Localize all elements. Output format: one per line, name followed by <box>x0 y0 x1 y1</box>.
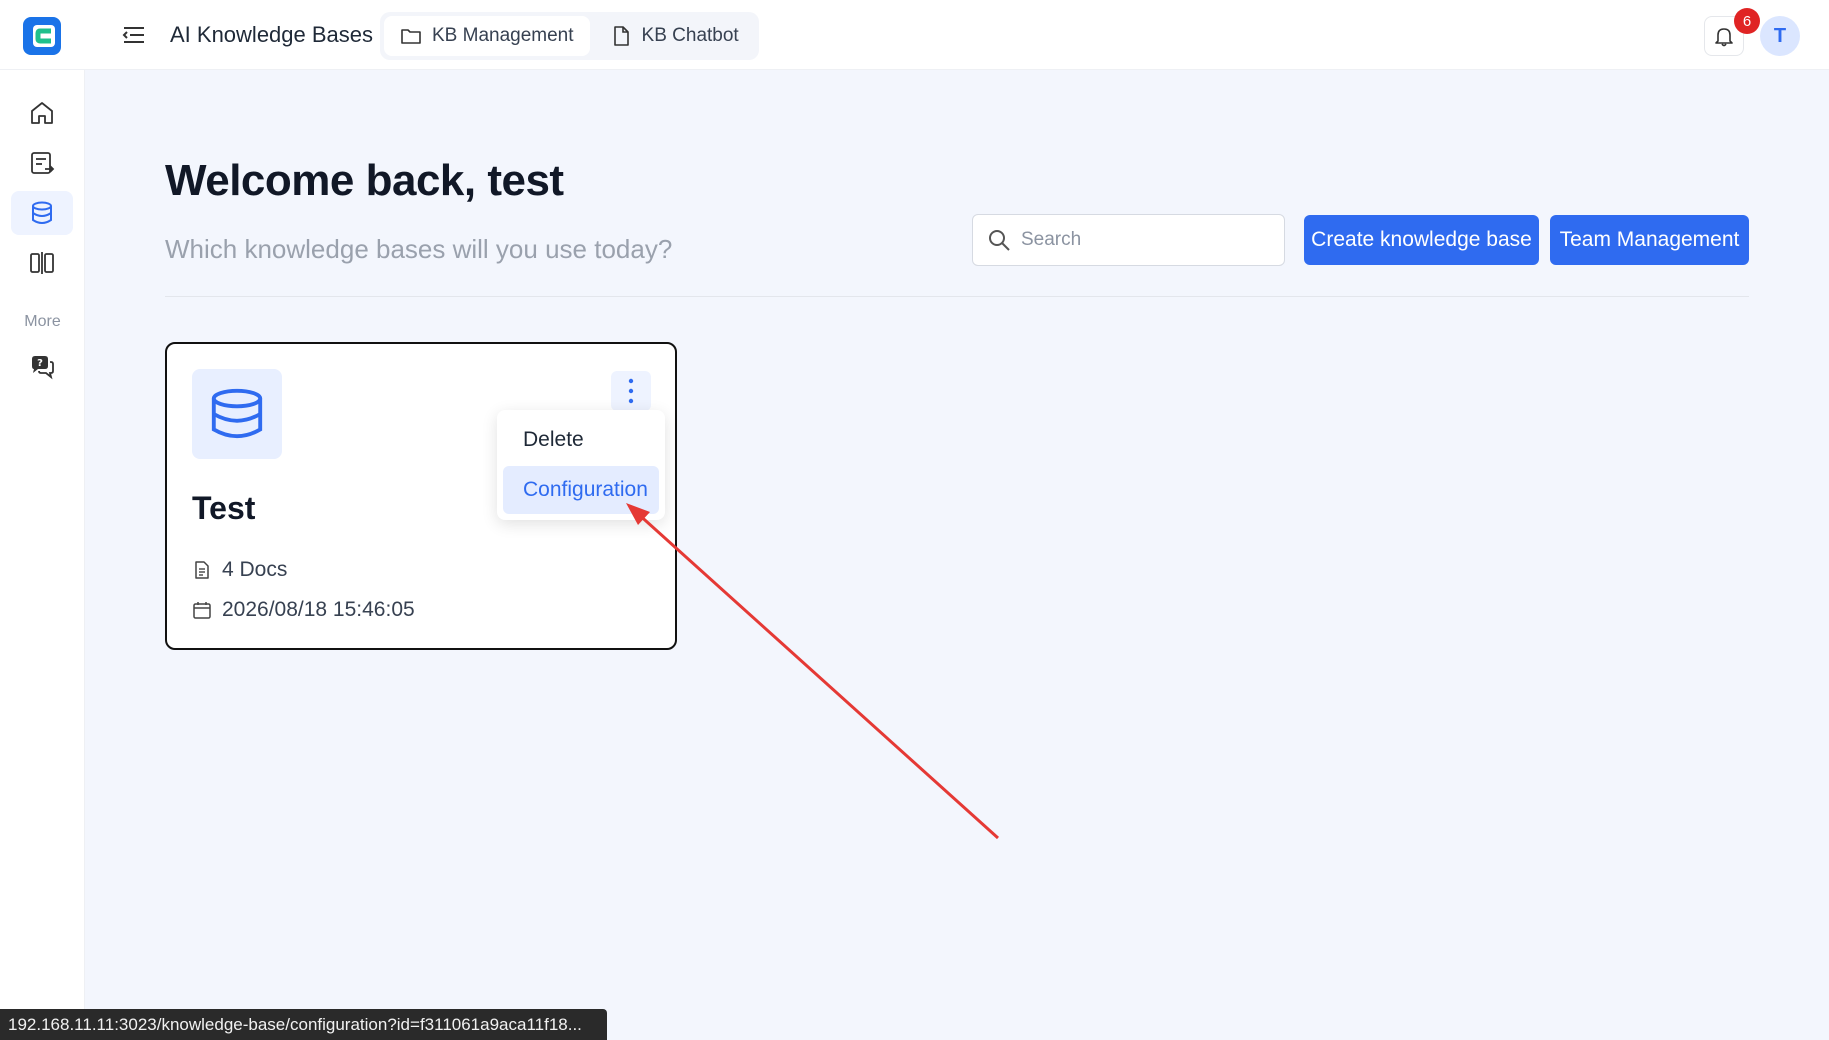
menu-item-delete[interactable]: Delete <box>503 416 659 464</box>
search-input[interactable] <box>1021 229 1261 251</box>
document-icon <box>613 26 629 46</box>
database-icon <box>32 201 52 224</box>
create-knowledge-base-button[interactable]: Create knowledge base <box>1304 215 1539 265</box>
search-icon <box>989 230 1010 251</box>
menu-item-configuration[interactable]: Configuration <box>503 466 659 514</box>
sidebar-item-chat-help[interactable]: ? <box>11 345 73 389</box>
tab-kb-management[interactable]: KB Management <box>384 16 590 56</box>
notification-badge: 6 <box>1734 8 1760 34</box>
sidebar: More ? <box>0 70 85 1040</box>
sidebar-more-label: More <box>24 313 61 330</box>
header-tabs: KB Management KB Chatbot <box>380 12 759 60</box>
menu-toggle-icon[interactable] <box>122 24 146 46</box>
document-export-icon <box>31 152 55 174</box>
page-title: Welcome back, test <box>165 156 564 205</box>
kb-name: Test <box>192 490 256 526</box>
sidebar-item-compare[interactable] <box>11 241 73 285</box>
compare-columns-icon <box>30 252 54 274</box>
home-icon <box>31 102 53 124</box>
team-management-button[interactable]: Team Management <box>1550 215 1749 265</box>
kebab-menu-icon <box>628 378 634 404</box>
kb-card-icon <box>192 369 282 459</box>
kb-created-date: 2026/08/18 15:46:05 <box>222 598 415 621</box>
tab-label: KB Chatbot <box>641 25 739 46</box>
top-bar: AI Knowledge Bases KB Management KB Chat… <box>0 0 1829 70</box>
kb-date-row: 2026/08/18 15:46:05 <box>192 598 415 622</box>
status-bar-url: 192.168.11.11:3023/knowledge-base/config… <box>0 1009 607 1040</box>
kb-docs-count: 4 Docs <box>222 558 288 581</box>
user-avatar[interactable]: T <box>1760 16 1800 56</box>
card-options-button[interactable] <box>611 371 651 411</box>
card-options-menu: Delete Configuration <box>497 410 665 520</box>
sidebar-item-knowledge-base[interactable] <box>11 191 73 235</box>
database-icon <box>211 388 263 439</box>
sidebar-item-home[interactable] <box>11 91 73 135</box>
search-box <box>972 214 1285 266</box>
folder-icon <box>401 29 421 44</box>
document-icon <box>195 561 209 579</box>
tab-kb-chatbot[interactable]: KB Chatbot <box>594 16 755 56</box>
bell-icon <box>1715 28 1733 47</box>
kb-docs-row: 4 Docs <box>192 558 287 582</box>
header-divider <box>165 296 1749 297</box>
chat-question-icon: ? <box>32 356 54 380</box>
svg-text:?: ? <box>37 358 43 369</box>
app-logo-icon[interactable] <box>23 17 61 55</box>
tab-label: KB Management <box>432 25 574 46</box>
sidebar-item-documents[interactable] <box>11 141 73 185</box>
page-subtitle: Which knowledge bases will you use today… <box>165 234 673 264</box>
app-title: AI Knowledge Bases <box>170 22 374 47</box>
calendar-icon <box>193 602 211 619</box>
